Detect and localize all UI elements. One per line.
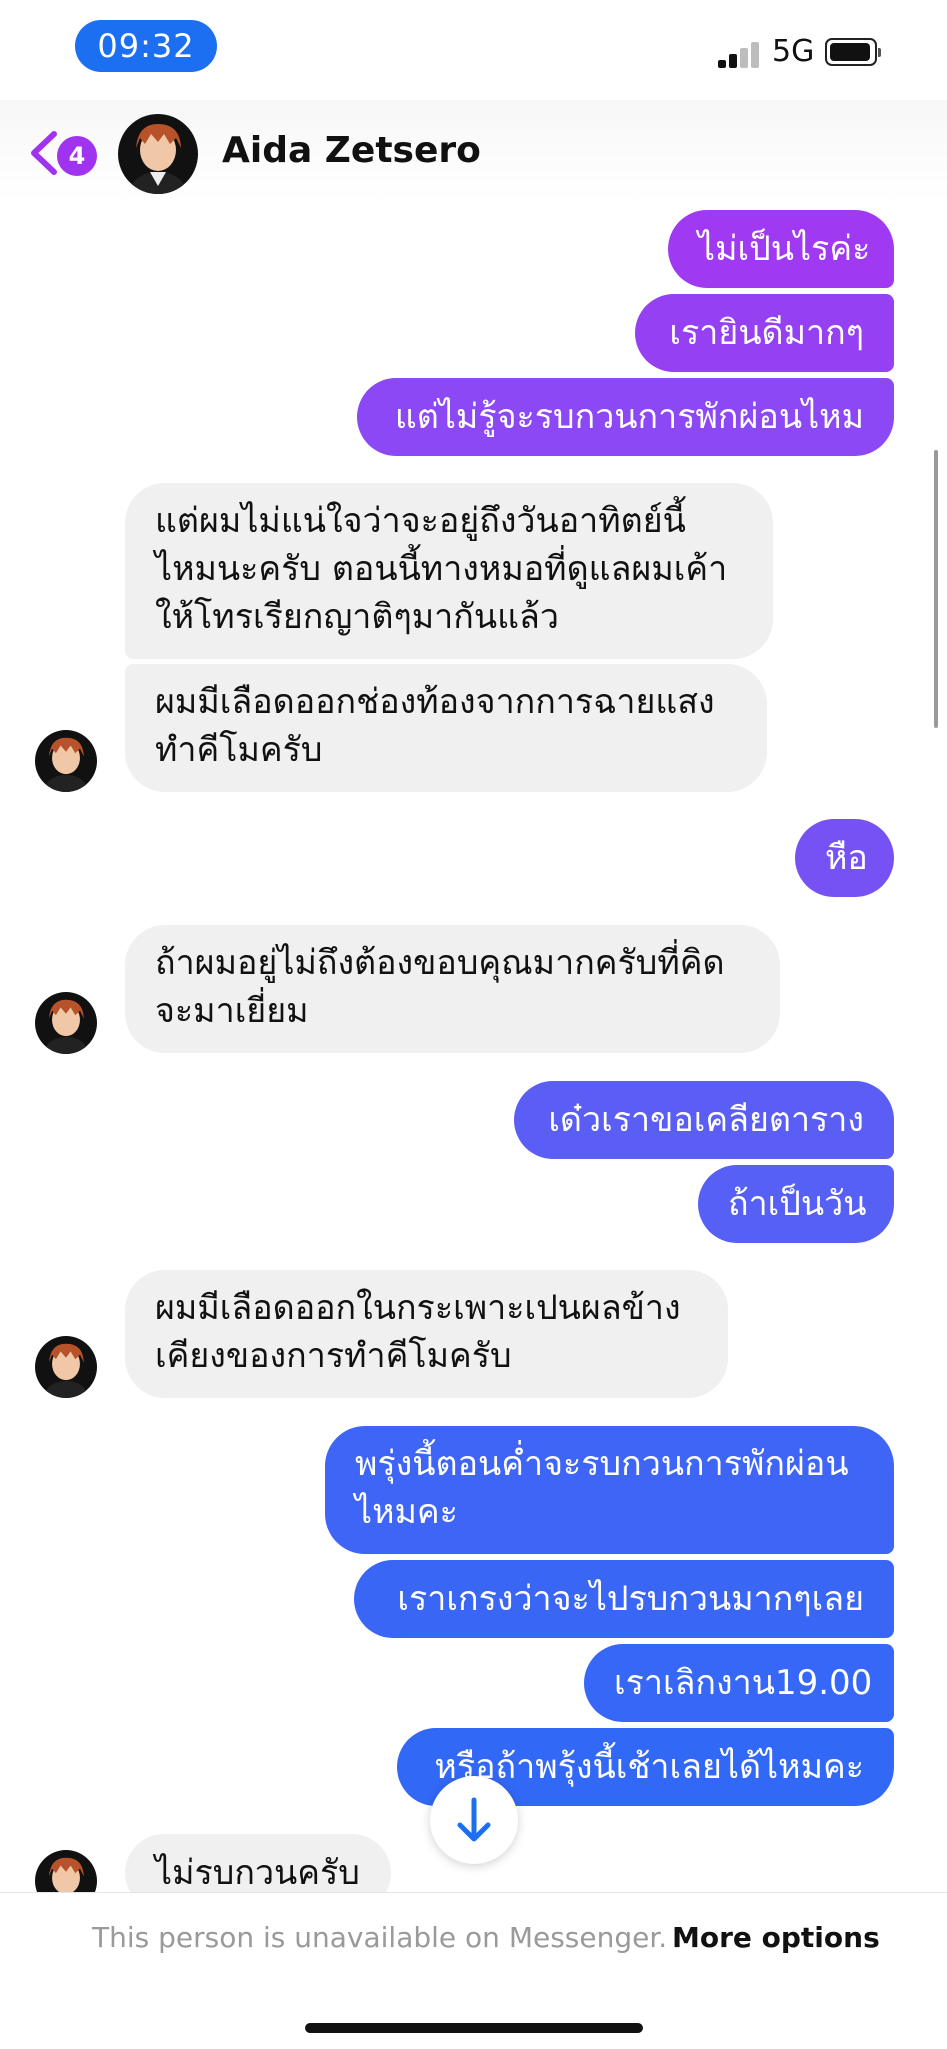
- message-bubble-sent[interactable]: เด๋วเราขอเคลียตาราง: [514, 1081, 894, 1159]
- status-time: 09:32: [75, 20, 217, 72]
- unread-count-badge: 4: [57, 136, 97, 176]
- signal-bars-icon: [718, 40, 760, 68]
- contact-avatar-small[interactable]: [35, 1336, 97, 1398]
- conversation-header: 4 Aida Zetsero: [0, 100, 947, 202]
- message-bubble-received[interactable]: ถ้าผมอยู่ไม่ถึงต้องขอบคุณมากครับที่คิด จ…: [125, 925, 780, 1053]
- unavailable-notice: This person is unavailable on Messenger.: [92, 1921, 668, 1954]
- scrollbar[interactable]: [934, 450, 938, 728]
- contact-avatar-small[interactable]: [35, 992, 97, 1054]
- scroll-to-bottom-button[interactable]: [430, 1776, 518, 1864]
- message-bubble-sent[interactable]: ถ้าเป็นวัน: [698, 1165, 894, 1243]
- battery-icon: [825, 38, 881, 66]
- home-indicator[interactable]: [305, 2023, 643, 2033]
- contact-avatar[interactable]: [118, 114, 198, 194]
- message-bubble-sent[interactable]: ไม่เป็นไรค่ะ: [668, 210, 894, 288]
- status-bar: 09:32 5G: [0, 0, 947, 100]
- message-bubble-sent[interactable]: แต่ไม่รู้จะรบกวนการพักผ่อนไหม: [357, 378, 894, 456]
- message-bubble-sent[interactable]: เราเลิกงาน19.00: [584, 1644, 894, 1722]
- message-bubble-received[interactable]: แต่ผมไม่แน่ใจว่าจะอยู่ถึงวันอาทิตย์นี้ ไ…: [125, 483, 773, 659]
- message-bubble-sent[interactable]: พรุ่งนี้ตอนค่ำจะรบกวนการพักผ่อน ไหมคะ: [325, 1426, 894, 1554]
- message-bubble-sent[interactable]: หือ: [795, 819, 894, 897]
- contact-name[interactable]: Aida Zetsero: [222, 130, 481, 171]
- contact-avatar-small[interactable]: [35, 730, 97, 792]
- message-bubble-sent[interactable]: เราเกรงว่าจะไปรบกวนมากๆเลย: [354, 1560, 894, 1638]
- arrow-down-icon: [457, 1797, 491, 1842]
- more-options-link[interactable]: More options: [672, 1921, 880, 1954]
- composer-footer: This person is unavailable on Messenger.…: [0, 1892, 947, 2049]
- network-type: 5G: [772, 34, 815, 69]
- message-bubble-sent[interactable]: เรายินดีมากๆ: [635, 294, 894, 372]
- message-bubble-received[interactable]: ผมมีเลือดออกในกระเพาะเปนผลข้าง เคียงของก…: [125, 1270, 728, 1398]
- message-bubble-received[interactable]: ผมมีเลือดออกช่องท้องจากการฉายแสง ทำคีโมค…: [125, 664, 767, 792]
